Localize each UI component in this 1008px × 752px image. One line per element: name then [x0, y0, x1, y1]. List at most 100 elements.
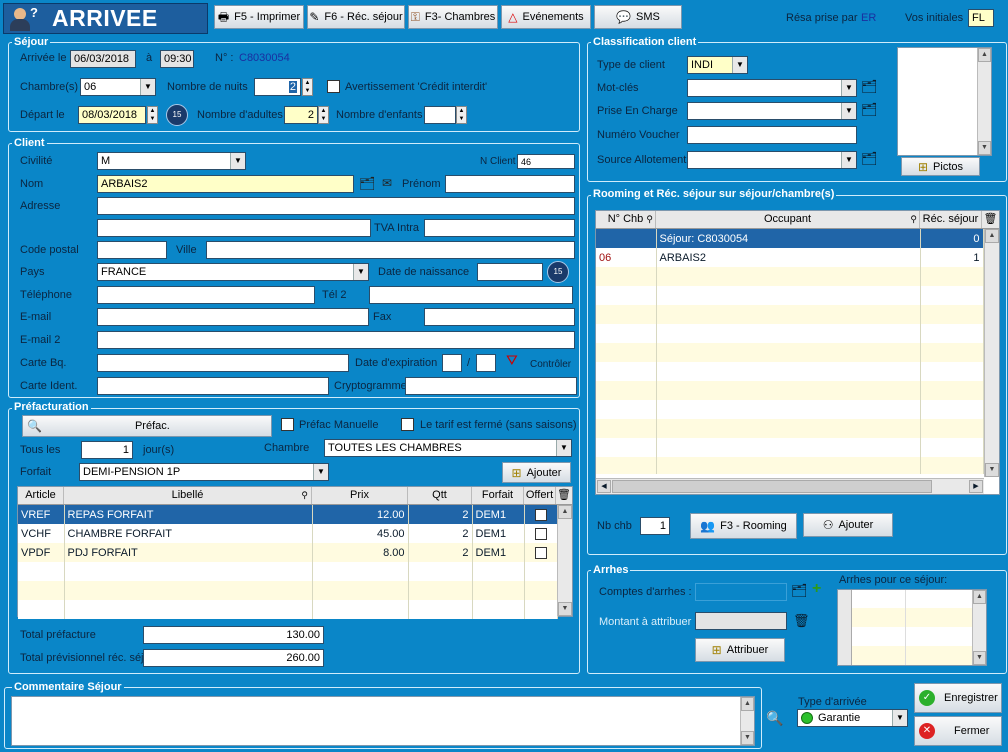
priseencharge-select[interactable]: ▼ [687, 102, 857, 120]
rec-sejour-button[interactable]: ✎ F6 - Réc. séjour [307, 5, 405, 29]
scroll-right-button[interactable]: ▶ [969, 480, 983, 493]
credit-checkbox[interactable] [327, 80, 340, 93]
nbchb-input[interactable]: 1 [640, 517, 670, 535]
scroll-down-button[interactable]: ▼ [985, 463, 999, 477]
tel-input[interactable] [97, 286, 315, 304]
adresse2-input[interactable] [97, 219, 371, 237]
warning-shield-icon[interactable]: ⛛ [506, 352, 518, 369]
tel2-input[interactable] [369, 286, 573, 304]
table-row[interactable] [596, 343, 984, 362]
rooming-vscrollbar[interactable]: ▲ ▼ [984, 229, 999, 477]
nom-input[interactable]: ARBAIS2 [97, 175, 354, 193]
trash-icon[interactable]: 🗑 [793, 613, 810, 629]
table-row[interactable] [596, 305, 984, 324]
nuits-spinner[interactable]: ▲ ▼ [302, 78, 313, 96]
calendar-icon[interactable]: 15 [166, 104, 188, 126]
col-forfait[interactable]: Forfait [472, 487, 524, 504]
nuits-input[interactable]: 2 [254, 78, 301, 96]
col-article[interactable]: Article [18, 487, 64, 504]
tva-input[interactable] [424, 219, 575, 237]
manuelle-checkbox[interactable] [281, 418, 294, 431]
table-row[interactable] [596, 267, 984, 286]
prefac-button[interactable]: 🔍 Préfac. [22, 415, 272, 437]
pictos-list[interactable]: ▲ ▼ [897, 47, 992, 156]
motcles-select[interactable]: ▼ [687, 79, 857, 97]
expiration-year[interactable] [476, 354, 496, 372]
scroll-up-button[interactable]: ▲ [973, 590, 986, 604]
table-row[interactable]: 06 ARBAIS2 1 [596, 248, 984, 267]
ville-input[interactable] [206, 241, 575, 259]
email-input[interactable] [97, 308, 369, 326]
col-rec-sejour[interactable]: Réc. séjour [920, 211, 982, 228]
scroll-up-button[interactable]: ▲ [985, 229, 999, 243]
table-row[interactable] [18, 581, 558, 600]
table-row[interactable] [18, 600, 558, 619]
col-occupant[interactable]: Occupant ⚲ [656, 211, 920, 228]
tarif-checkbox[interactable] [401, 418, 414, 431]
pays-select[interactable]: FRANCE ▼ [97, 263, 369, 281]
search-icon[interactable]: ⚲ [646, 211, 653, 228]
table-row[interactable] [596, 381, 984, 400]
adultes-spinner[interactable]: ▲ ▼ [318, 106, 329, 124]
chambres-button[interactable]: ⚿ F3- Chambres [408, 5, 498, 29]
adresse1-input[interactable] [97, 197, 575, 215]
fermer-button[interactable]: ✕ Fermer [914, 716, 1002, 746]
commentaire-scrollbar[interactable]: ▲ ▼ [740, 697, 754, 745]
edit-card-icon[interactable]: 🗂 [861, 79, 878, 95]
edit-card-icon[interactable]: 🗂 [359, 176, 376, 192]
table-row[interactable]: VREF REPAS FORFAIT 12.00 2 DEM1 [18, 505, 558, 524]
table-row[interactable] [596, 419, 984, 438]
enfants-spinner[interactable]: ▲ ▼ [456, 106, 467, 124]
table-row[interactable]: Séjour: C8030054 0 [596, 229, 984, 248]
table-row[interactable] [596, 457, 984, 474]
comptes-input[interactable] [695, 583, 787, 601]
table-row[interactable] [596, 438, 984, 457]
cp-input[interactable] [97, 241, 167, 259]
table-row[interactable]: VPDF PDJ FORFAIT 8.00 2 DEM1 [18, 543, 558, 562]
scroll-down-button[interactable]: ▼ [558, 602, 572, 616]
attribuer-button[interactable]: ⊞ Attribuer [695, 638, 785, 662]
tousles-input[interactable]: 1 [81, 441, 133, 459]
scroll-left-button[interactable]: ◀ [597, 480, 611, 493]
col-qtt[interactable]: Qtt [408, 487, 472, 504]
table-row[interactable] [596, 400, 984, 419]
depart-spinner[interactable]: ▲ ▼ [147, 106, 158, 124]
depart-date[interactable]: 08/03/2018 [78, 106, 146, 124]
cartebq-input[interactable] [97, 354, 349, 372]
enregistrer-button[interactable]: ✓ Enregistrer [914, 683, 1002, 713]
offert-checkbox[interactable] [534, 527, 547, 540]
naissance-input[interactable] [477, 263, 543, 281]
type-arrivee-select[interactable]: Garantie ▼ [797, 709, 908, 727]
scroll-down-button[interactable]: ▼ [978, 141, 991, 155]
col-prix[interactable]: Prix [312, 487, 408, 504]
offert-checkbox[interactable] [534, 508, 547, 521]
rooming-ajouter-button[interactable]: ⚇ Ajouter [803, 513, 893, 537]
plus-icon[interactable]: + [812, 580, 821, 598]
trash-icon[interactable]: 🗑 [982, 211, 999, 228]
type-client-select[interactable]: INDI ▼ [687, 56, 748, 74]
sms-button[interactable]: 💬 SMS [594, 5, 682, 29]
pictos-button[interactable]: ⊞ Pictos [901, 157, 980, 176]
scroll-down-button[interactable]: ▼ [973, 651, 986, 665]
edit-card-icon[interactable]: 🗂 [861, 102, 878, 118]
edit-card-icon[interactable]: 🗂 [861, 151, 878, 167]
controler-link[interactable]: Contrôler [530, 359, 571, 370]
offert-checkbox[interactable] [534, 546, 547, 559]
commentaire-textarea[interactable]: ▲ ▼ [11, 696, 755, 746]
table-row[interactable] [596, 286, 984, 305]
col-libelle[interactable]: Libellé ⚲ [64, 487, 312, 504]
print-button[interactable]: 🖶 F5 - Imprimer [214, 5, 304, 29]
table-row[interactable] [596, 324, 984, 343]
expiration-month[interactable] [442, 354, 462, 372]
prefac-scrollbar[interactable]: ▲ ▼ [557, 505, 572, 616]
f3-rooming-button[interactable]: 👥 F3 - Rooming [690, 513, 797, 539]
evenements-button[interactable]: △ Evénements [501, 5, 591, 29]
email2-input[interactable] [97, 331, 575, 349]
scroll-down-button[interactable]: ▼ [741, 731, 754, 745]
chambre-select[interactable]: TOUTES LES CHAMBRES ▼ [324, 439, 572, 457]
search-icon[interactable]: ⚲ [301, 487, 308, 504]
col-nchb[interactable]: N° Chb ⚲ [596, 211, 656, 228]
search-icon[interactable]: ⚲ [910, 211, 917, 228]
forfait-select[interactable]: DEMI-PENSION 1P ▼ [79, 463, 329, 481]
pictos-scrollbar[interactable]: ▲ ▼ [977, 48, 991, 155]
